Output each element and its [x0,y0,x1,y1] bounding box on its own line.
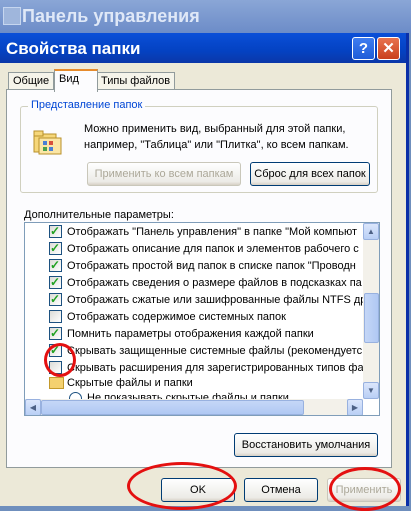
restore-defaults-button[interactable]: Восстановить умолчания [234,433,378,457]
folder-views-description: Можно применить вид, выбранный для этой … [84,123,349,151]
advanced-settings-label: Дополнительные параметры: [24,209,174,221]
advanced-settings-list[interactable]: Отображать "Панель управления" в папке "… [24,222,380,416]
checkbox[interactable] [49,256,62,274]
horizontal-scrollbar[interactable]: ◀ ▶ [25,399,363,415]
folder-views-legend: Представление папок [28,99,146,111]
folder-views-icon [33,130,62,155]
horizontal-scroll-thumb[interactable] [41,400,304,415]
folder-icon [49,377,64,389]
scroll-down-arrow-icon[interactable]: ▼ [363,382,379,399]
scroll-left-arrow-icon[interactable]: ◀ [25,399,41,415]
reset-all-folders-button[interactable]: Сброс для всех папок [250,162,370,186]
control-panel-icon [3,7,21,25]
vertical-scrollbar[interactable]: ▲ ▼ [363,223,379,399]
dialog-title: Свойства папки [6,39,141,58]
cancel-button[interactable]: Отмена [244,478,318,502]
annotation-circle-apply [329,467,401,511]
background-window-title: Панель управления [22,6,200,26]
annotation-circle-checkbox [44,343,76,377]
scroll-right-arrow-icon[interactable]: ▶ [347,399,363,415]
checkbox[interactable] [49,239,62,257]
apply-to-all-folders-button[interactable]: Применить ко всем папкам [87,162,241,186]
tab-general[interactable]: Общие [8,72,55,90]
checkbox[interactable] [49,324,62,342]
scroll-up-arrow-icon[interactable]: ▲ [363,223,379,240]
checkbox[interactable] [49,223,62,240]
vertical-scroll-thumb[interactable] [364,293,379,343]
tab-file-types[interactable]: Типы файлов [96,72,176,90]
annotation-circle-ok [127,462,237,510]
close-button[interactable]: ✕ [377,37,400,60]
tab-view[interactable]: Вид [54,69,98,92]
checkbox[interactable] [49,273,62,291]
help-button[interactable]: ? [352,37,375,60]
checkbox[interactable] [49,310,62,323]
checkbox[interactable] [49,290,62,308]
